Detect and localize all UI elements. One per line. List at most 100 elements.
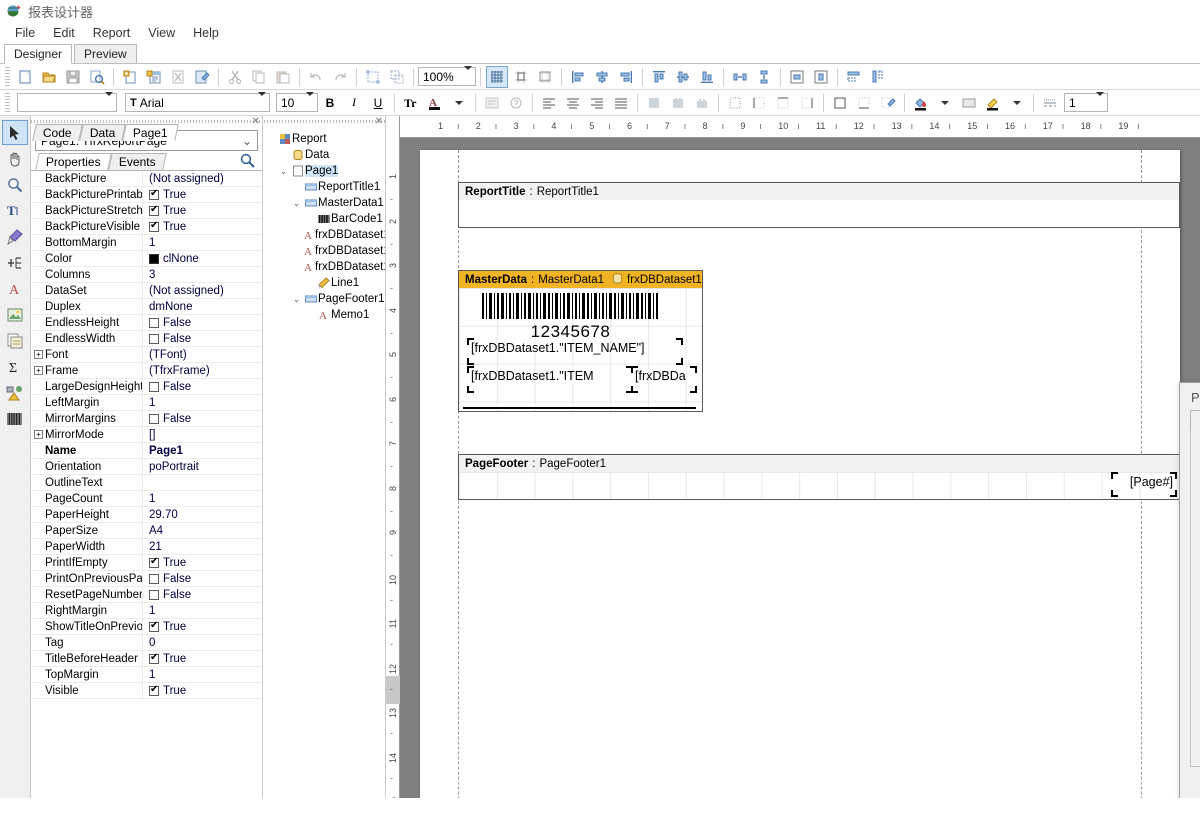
line-style-icon[interactable] — [1039, 92, 1061, 114]
property-value[interactable]: clNone — [143, 253, 262, 265]
memo-item-code[interactable]: [frxDBDataset1."ITEM — [467, 366, 633, 393]
same-height-icon[interactable] — [867, 66, 889, 88]
save-icon[interactable] — [62, 66, 84, 88]
undo-icon[interactable] — [305, 66, 327, 88]
format-painter-tool[interactable] — [2, 224, 28, 249]
subreport-tool[interactable] — [2, 328, 28, 353]
toolbar-grip[interactable] — [5, 92, 10, 113]
property-value[interactable]: (Not assigned) — [143, 285, 262, 297]
chevron-down-icon[interactable] — [1096, 91, 1104, 110]
memo-item-name[interactable]: [frxDBDataset1."ITEM_NAME"] — [467, 338, 683, 365]
close-icon[interactable]: ✕ — [375, 116, 383, 127]
property-row[interactable]: OutlineText — [31, 474, 262, 491]
center-h-window-icon[interactable] — [786, 66, 808, 88]
menu-item-report[interactable]: Report — [84, 24, 140, 42]
new-page-icon[interactable] — [119, 66, 141, 88]
checkbox-icon[interactable] — [149, 685, 159, 696]
property-row[interactable]: LeftMargin 1 — [31, 394, 262, 411]
property-row[interactable]: BottomMargin 1 — [31, 234, 262, 251]
dialog-title-bar[interactable]: Page Options ✕ — [1180, 383, 1200, 411]
resize-handle-tr[interactable] — [690, 366, 697, 373]
frame-right-icon[interactable] — [796, 92, 818, 114]
align-left-icon[interactable] — [567, 66, 589, 88]
property-value[interactable]: False — [143, 573, 262, 585]
tree-node[interactable]: AfrxDBDataset1 — [264, 227, 385, 243]
property-row[interactable]: Tag 0 — [31, 634, 262, 651]
property-row[interactable]: MirrorMargins False — [31, 410, 262, 427]
frame-all-icon[interactable] — [829, 92, 851, 114]
italic-icon[interactable]: I — [343, 92, 365, 114]
chevron-down-icon[interactable]: ⌄ — [290, 198, 303, 209]
property-value[interactable]: poPortrait — [143, 461, 262, 473]
align-justify-icon[interactable] — [610, 92, 632, 114]
text-tool[interactable]: T — [2, 198, 28, 223]
properties-table[interactable]: BackPicture (Not assigned) BackPicturePrin… — [31, 170, 262, 699]
checkbox-icon[interactable] — [149, 333, 159, 344]
new-dialog-icon[interactable] — [143, 66, 165, 88]
checkbox-icon[interactable] — [149, 317, 159, 328]
property-row[interactable]: Duplex dmNone — [31, 298, 262, 315]
menu-item-file[interactable]: File — [6, 24, 44, 42]
frame-edit-icon[interactable] — [877, 92, 899, 114]
font-size-combo[interactable]: 10 — [276, 91, 318, 112]
paste-icon[interactable] — [272, 66, 294, 88]
insert-band-tool[interactable] — [2, 250, 28, 275]
fill-color-icon[interactable] — [910, 92, 932, 114]
memo-item-extra[interactable]: [frxDBDa — [631, 366, 697, 393]
new-icon[interactable] — [14, 66, 36, 88]
property-row[interactable]: BackPicturePrintabl True — [31, 186, 262, 203]
fit-to-grid-icon[interactable] — [534, 66, 556, 88]
memo-page-number[interactable]: [Page#] — [1111, 472, 1177, 497]
align-top-icon[interactable] — [648, 66, 670, 88]
chevron-down-icon[interactable] — [934, 92, 956, 114]
preview-icon[interactable] — [86, 66, 108, 88]
panel-drag-bar[interactable]: ✕ — [264, 116, 385, 127]
resize-handle-tr[interactable] — [1170, 472, 1177, 479]
property-row[interactable]: EndlessWidth False — [31, 330, 262, 347]
chevron-down-icon[interactable] — [464, 65, 472, 84]
property-row[interactable]: BackPictureStretch True — [31, 202, 262, 219]
page-settings-icon[interactable] — [191, 66, 213, 88]
checkbox-icon[interactable] — [149, 589, 159, 600]
property-row[interactable]: + MirrorMode [] — [31, 426, 262, 443]
chevron-down-icon[interactable] — [448, 92, 470, 114]
property-row[interactable]: Columns 3 — [31, 266, 262, 283]
font-dialog-icon[interactable]: Tr — [400, 92, 422, 114]
space-h-icon[interactable] — [729, 66, 751, 88]
property-row[interactable]: Color clNone — [31, 250, 262, 267]
tree-node[interactable]: ⌄ Page1 — [264, 163, 385, 179]
resize-handle-br[interactable] — [690, 386, 697, 393]
property-value[interactable]: True — [143, 557, 262, 569]
expand-icon[interactable]: + — [34, 365, 43, 375]
property-value[interactable]: (TfrxFrame) — [143, 365, 262, 377]
property-row[interactable]: TopMargin 1 — [31, 666, 262, 683]
redo-icon[interactable] — [329, 66, 351, 88]
copy-icon[interactable] — [248, 66, 270, 88]
property-row[interactable]: PrintOnPreviousPag False — [31, 570, 262, 587]
tree-node[interactable]: A Memo1 — [264, 307, 385, 323]
resize-handle-tr[interactable] — [676, 338, 683, 345]
property-value[interactable]: False — [143, 589, 262, 601]
line-width-combo[interactable]: 1 — [1064, 91, 1108, 112]
frame-none-icon[interactable] — [724, 92, 746, 114]
rotate-0-icon[interactable] — [643, 92, 665, 114]
property-value[interactable]: 1 — [143, 397, 262, 409]
tree-node[interactable]: Report — [264, 131, 385, 147]
checkbox-icon[interactable] — [149, 573, 159, 584]
rotate-270-icon[interactable] — [691, 92, 713, 114]
property-value[interactable]: 3 — [143, 269, 262, 281]
underline-icon[interactable]: U — [367, 92, 389, 114]
property-row[interactable]: PageCount 1 — [31, 490, 262, 507]
property-value[interactable]: 1 — [143, 237, 262, 249]
barcode-tool[interactable] — [2, 406, 28, 431]
checkbox-icon[interactable] — [149, 381, 159, 392]
property-row[interactable]: BackPictureVisible True — [31, 218, 262, 235]
checkbox-icon[interactable] — [149, 413, 159, 424]
chevron-down-icon[interactable]: ⌄ — [290, 294, 303, 305]
close-icon[interactable]: ✕ — [252, 116, 260, 127]
property-value[interactable]: dmNone — [143, 301, 262, 313]
expand-icon[interactable]: + — [34, 429, 43, 439]
line-object[interactable] — [463, 407, 696, 409]
barcode-object[interactable]: 12345678 — [482, 293, 659, 341]
resize-handle-bl[interactable] — [467, 358, 474, 365]
